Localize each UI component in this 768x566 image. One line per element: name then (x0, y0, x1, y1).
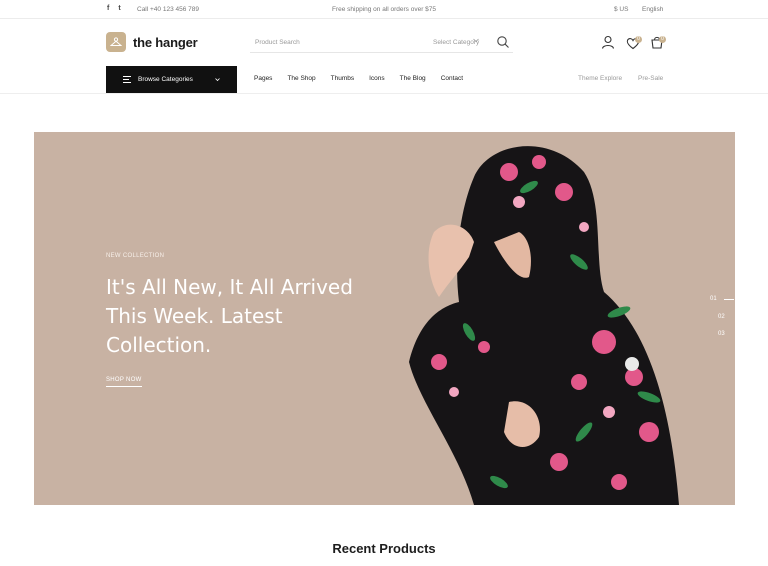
nav-item-pre-sale[interactable]: Pre-Sale (638, 75, 663, 82)
hero-eyebrow: NEW COLLECTION (106, 253, 165, 259)
browse-categories-button[interactable]: Browse Categories (106, 66, 237, 93)
nav-item-theme-explore[interactable]: Theme Explore (578, 75, 622, 82)
section-title: Recent Products (332, 541, 436, 556)
language-selector[interactable]: English (642, 6, 663, 13)
slide-pager-01[interactable]: 01 (710, 296, 717, 302)
header-divider (0, 93, 768, 94)
nav-item-contact[interactable]: Contact (441, 75, 463, 82)
search-icon[interactable] (496, 35, 510, 49)
main-nav: Pages The Shop Thumbs Icons The Blog Con… (254, 75, 478, 82)
nav-item-the-shop[interactable]: The Shop (287, 75, 315, 82)
shop-now-link[interactable]: SHOP NOW (106, 377, 142, 387)
user-icon[interactable] (600, 34, 616, 50)
hero-model-image (409, 146, 679, 505)
slide-pager-03[interactable]: 03 (718, 331, 725, 337)
slide-pager-02[interactable]: 02 (718, 314, 725, 320)
currency-selector[interactable]: $ US (614, 6, 628, 13)
hanger-icon (106, 32, 126, 52)
hero-title: It's All New, It All Arrived This Week. … (106, 275, 353, 357)
hero-banner: NEW COLLECTION It's All New, It All Arri… (34, 132, 735, 505)
nav-item-pages[interactable]: Pages (254, 75, 272, 82)
wishlist-count-badge: 0 (635, 36, 642, 43)
browse-categories-label: Browse Categories (138, 76, 193, 83)
top-bar: f t Call +40 123 456 789 Free shipping o… (0, 0, 768, 19)
chevron-down-icon (215, 78, 220, 82)
nav-item-icons[interactable]: Icons (369, 75, 385, 82)
cart-count-badge: 0 (659, 36, 666, 43)
search-input[interactable]: Product Search (255, 39, 300, 46)
nav-item-thumbs[interactable]: Thumbs (331, 75, 354, 82)
menu-icon (123, 76, 131, 83)
nav-item-the-blog[interactable]: The Blog (400, 75, 426, 82)
pager-active-line (724, 299, 734, 300)
logo-text: the hanger (133, 34, 198, 50)
search-bar[interactable]: Product Search Select Category (250, 33, 513, 53)
chevron-down-icon (473, 38, 479, 43)
logo[interactable]: the hanger (106, 32, 198, 52)
